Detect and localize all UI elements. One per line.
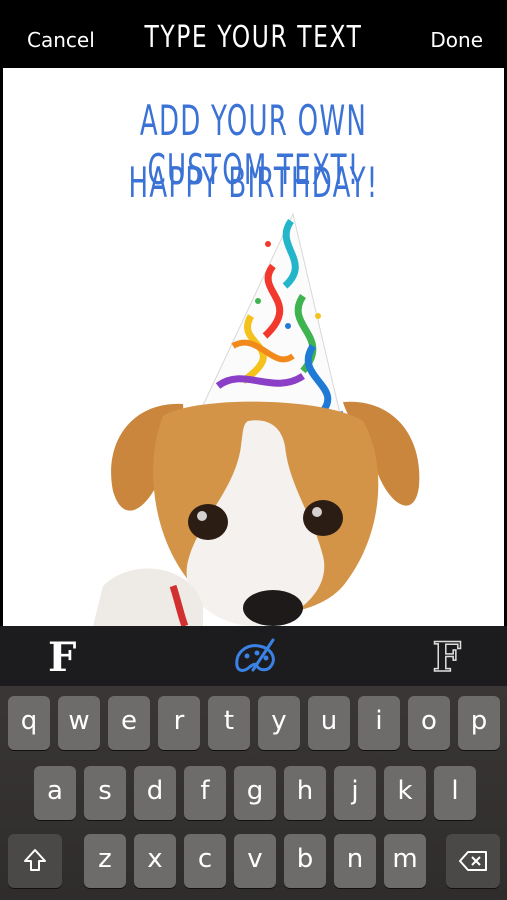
key-l[interactable]: l: [434, 766, 476, 820]
font-style-button[interactable]: F: [48, 634, 76, 681]
done-button[interactable]: Done: [430, 28, 483, 52]
paint-palette-icon[interactable]: [233, 636, 279, 676]
font-toolbar: F F: [0, 626, 507, 686]
key-x[interactable]: x: [134, 834, 176, 888]
key-k[interactable]: k: [384, 766, 426, 820]
key-i[interactable]: i: [358, 696, 400, 750]
key-a[interactable]: a: [34, 766, 76, 820]
key-t[interactable]: t: [208, 696, 250, 750]
shift-key[interactable]: [8, 834, 62, 888]
key-v[interactable]: v: [234, 834, 276, 888]
key-y[interactable]: y: [258, 696, 300, 750]
keyboard: q w e r t y u i o p a s d f g h j k l z …: [0, 686, 507, 900]
key-s[interactable]: s: [84, 766, 126, 820]
custom-text-line-2[interactable]: HAPPY BIRTHDAY!: [98, 158, 409, 207]
page-title: TYPE YOUR TEXT: [144, 20, 363, 55]
key-p[interactable]: p: [458, 696, 500, 750]
party-hat: [197, 212, 343, 431]
key-w[interactable]: w: [58, 696, 100, 750]
shift-arrow-icon: [24, 849, 46, 871]
key-n[interactable]: n: [334, 834, 376, 888]
key-c[interactable]: c: [184, 834, 226, 888]
key-e[interactable]: e: [108, 696, 150, 750]
key-q[interactable]: q: [8, 696, 50, 750]
puppy-party-hat-image: [93, 212, 420, 626]
key-o[interactable]: o: [408, 696, 450, 750]
key-f[interactable]: f: [184, 766, 226, 820]
key-h[interactable]: h: [284, 766, 326, 820]
key-m[interactable]: m: [384, 834, 426, 888]
key-b[interactable]: b: [284, 834, 326, 888]
backspace-icon: [459, 851, 487, 871]
top-bar: Cancel TYPE YOUR TEXT Done: [0, 0, 507, 68]
delete-key[interactable]: [446, 834, 500, 888]
card-canvas[interactable]: ADD YOUR OWN CUSTOM TEXT! HAPPY BIRTHDAY…: [3, 68, 504, 626]
key-j[interactable]: j: [334, 766, 376, 820]
key-u[interactable]: u: [308, 696, 350, 750]
key-g[interactable]: g: [234, 766, 276, 820]
key-d[interactable]: d: [134, 766, 176, 820]
outline-font-button[interactable]: F: [432, 633, 462, 682]
key-z[interactable]: z: [84, 834, 126, 888]
key-r[interactable]: r: [158, 696, 200, 750]
